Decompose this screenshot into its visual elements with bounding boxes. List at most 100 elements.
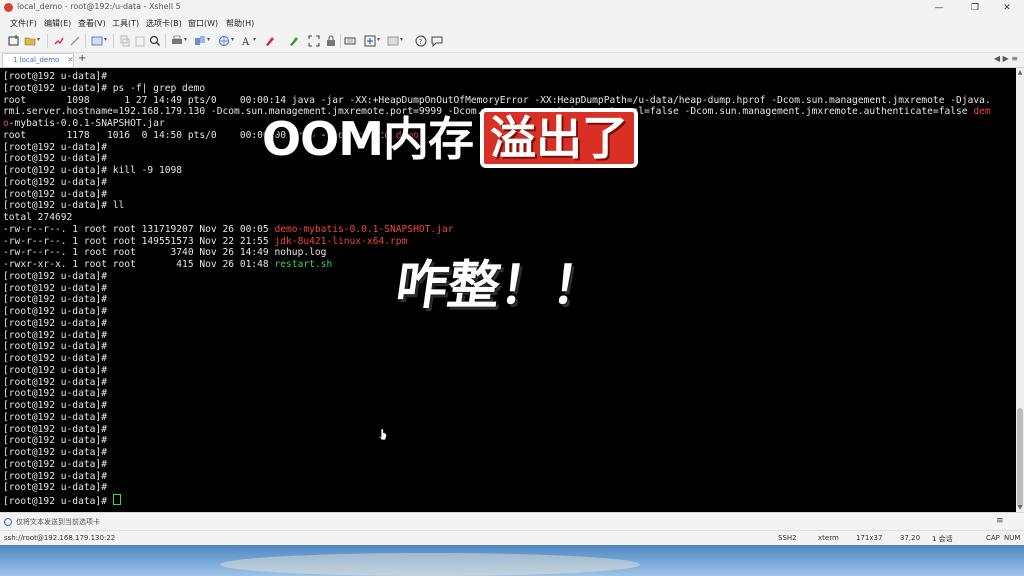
status-size: 171x37: [856, 534, 883, 542]
terminal-text: [root@192 u-data]#: [3, 306, 107, 317]
terminal-text: -rw-r--r--. 1 root root 149551573 Nov 22…: [3, 235, 275, 247]
terminal-text: [root@192 u-data]#: [3, 435, 107, 447]
terminal-text: [root@192 u-data]#: [3, 294, 107, 306]
overlay-caption-exclaim: 咋整！！: [391, 256, 609, 316]
terminal-text: [root@192 u-data]#: [3, 376, 107, 388]
terminal-line: total 274692: [3, 212, 1013, 224]
font-icon[interactable]: A: [241, 35, 253, 47]
transfer-icon[interactable]: [194, 35, 206, 47]
toolbar-separator: [47, 34, 48, 48]
terminal-text: root 1098 1 27 14:49 pts/0 00:00:14 java…: [3, 94, 991, 106]
menu-window[interactable]: 窗口(W): [188, 18, 218, 29]
window-title: local_demo - root@192:/u-data - Xshell 5: [17, 2, 181, 11]
copy-icon[interactable]: [119, 35, 131, 47]
color-icon[interactable]: [264, 35, 276, 47]
terminal-line: -rw-r--r--. 1 root root 131719207 Nov 26…: [3, 224, 1013, 236]
terminal-text: [root@192 u-data]#: [3, 176, 107, 188]
close-button[interactable]: ✕: [990, 0, 1024, 16]
terminal-line: [root@192 u-data]#: [3, 365, 1013, 377]
desktop-background: [0, 545, 1024, 576]
toolbar-separator: [113, 34, 114, 48]
open-folder-icon[interactable]: [24, 35, 36, 47]
desktop-wallpaper-detail: [220, 553, 640, 576]
menu-view[interactable]: 查看(V): [78, 18, 106, 29]
tab-close-icon[interactable]: ×: [67, 55, 74, 64]
menu-tab[interactable]: 选项卡(B): [146, 18, 182, 29]
terminal-line: [root@192 u-data]#: [3, 71, 1013, 83]
terminal-line: root 1098 1 27 14:49 pts/0 00:00:14 java…: [3, 95, 1013, 107]
terminal-text: [root@192 u-data]# kill -9 1098: [3, 165, 183, 176]
status-num: NUM: [1004, 534, 1021, 542]
terminal-line: [root@192 u-data]#: [3, 318, 1013, 330]
terminal-text: total 274692: [3, 212, 73, 223]
terminal-text: [root@192 u-data]# ps -f| grep demo: [3, 82, 206, 94]
fullscreen-icon[interactable]: [308, 35, 320, 47]
globe-dropdown-icon[interactable]: ▾: [231, 37, 237, 43]
scroll-thumb[interactable]: [1017, 408, 1023, 508]
print-dropdown-icon[interactable]: ▾: [184, 37, 190, 43]
paste-icon[interactable]: [134, 35, 146, 47]
tab-local-demo[interactable]: 1 local_demo ×: [2, 53, 74, 67]
send-target-icon[interactable]: [4, 518, 12, 526]
menu-file[interactable]: 文件(F): [10, 18, 37, 29]
help-icon[interactable]: ?: [415, 35, 427, 47]
script-icon[interactable]: [364, 35, 376, 47]
menu-help[interactable]: 帮助(H): [226, 18, 254, 29]
transfer-dropdown-icon[interactable]: ▾: [207, 37, 213, 43]
scroll-down-icon[interactable]: ▼: [1016, 504, 1024, 511]
print-icon[interactable]: [171, 35, 183, 47]
compose-bar[interactable]: 仅将文本发送到当前选项卡 ≡: [0, 512, 1024, 531]
terminal-text: [root@192 u-data]#: [3, 470, 107, 482]
terminal-line: [root@192 u-data]#: [3, 471, 1013, 483]
terminal-red-text: dem: [973, 106, 991, 118]
minimize-button[interactable]: —: [922, 0, 956, 16]
globe-icon[interactable]: [218, 35, 230, 47]
status-sessions: 1 会话: [932, 535, 953, 543]
terminal-text: [root@192 u-data]#: [3, 317, 107, 329]
restore-button[interactable]: ❐: [958, 0, 992, 16]
properties-icon[interactable]: [91, 35, 103, 47]
terminal-text: -rw-r--r--. 1 root root 131719207 Nov 26…: [3, 223, 275, 235]
terminal-line: [root@192 u-data]#: [3, 177, 1013, 189]
tab-navigation-icons[interactable]: ◀ ▶ ≡: [994, 54, 1018, 63]
terminal-text: -mybatis-0.0.1-SNAPSHOT.jar: [8, 118, 165, 129]
layout-icon[interactable]: [387, 35, 399, 47]
layout-dropdown-icon[interactable]: ▾: [400, 37, 406, 43]
highlight-icon[interactable]: [288, 35, 300, 47]
reconnect-icon[interactable]: [53, 35, 65, 47]
script-dropdown-icon[interactable]: ▾: [377, 37, 383, 43]
new-session-icon[interactable]: [8, 35, 20, 47]
mouse-pointer-icon: [378, 428, 387, 441]
terminal-text: [root@192 u-data]#: [3, 411, 107, 423]
add-tab-icon[interactable]: +: [78, 53, 86, 64]
terminal-red-text: jdk-8u421-linux-x64.rpm: [274, 235, 408, 247]
chat-icon[interactable]: [431, 35, 443, 47]
terminal-text: [root@192 u-data]#: [3, 400, 107, 411]
compose-menu-icon[interactable]: ≡: [996, 516, 1004, 526]
find-icon[interactable]: [149, 35, 161, 47]
terminal-text: [root@192 u-data]#: [3, 482, 107, 494]
keyboard-icon[interactable]: [344, 35, 356, 47]
font-dropdown-icon[interactable]: ▾: [253, 37, 259, 43]
terminal-line: [root@192 u-data]#: [3, 341, 1013, 353]
menu-tools[interactable]: 工具(T): [112, 18, 139, 29]
properties-dropdown-icon[interactable]: ▾: [104, 37, 110, 43]
terminal-red-text: demo-mybatis-0.0.1-SNAPSHOT.jar: [274, 223, 454, 235]
open-dropdown-icon[interactable]: ▾: [37, 37, 43, 43]
status-connection: ssh://root@192.168.179.130:22: [4, 534, 116, 542]
lock-icon[interactable]: [325, 35, 337, 47]
tab-strip: 1 local_demo × + ◀ ▶ ≡: [0, 53, 1024, 68]
terminal-line: [root@192 u-data]#: [3, 494, 1013, 507]
terminal-text: [root@192 u-data]#: [3, 141, 107, 153]
status-terminal-type: xterm: [818, 534, 839, 542]
terminal-text: [root@192 u-data]#: [3, 447, 107, 458]
terminal-scrollbar[interactable]: ▲ ▼: [1016, 68, 1024, 512]
menu-edit[interactable]: 编辑(E): [44, 18, 71, 29]
scroll-up-icon[interactable]: ▲: [1016, 69, 1024, 76]
terminal-line: [root@192 u-data]#: [3, 412, 1013, 424]
terminal-text: [root@192 u-data]#: [3, 388, 107, 400]
terminal-cursor: [112, 494, 121, 505]
terminal-text: [root@192 u-data]#: [3, 329, 107, 341]
terminal-line: [root@192 u-data]#: [3, 388, 1013, 400]
disconnect-icon[interactable]: [69, 35, 81, 47]
